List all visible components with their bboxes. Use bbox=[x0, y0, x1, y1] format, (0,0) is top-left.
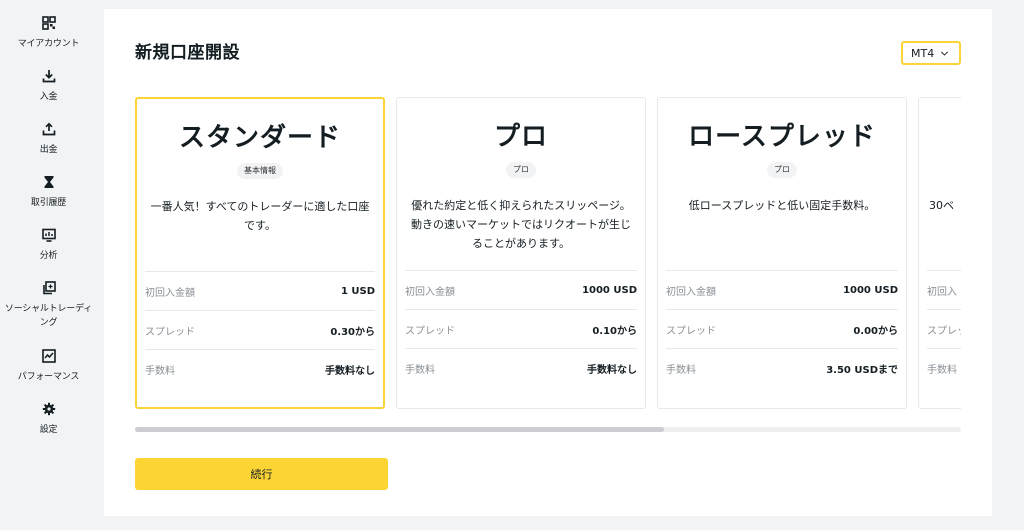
sidebar-item-label: 出金 bbox=[39, 145, 58, 155]
card-description: 優れた約定と低く抑えられたスリッページ。動きの速いマーケットではリクオートが生じ… bbox=[411, 199, 631, 250]
page-title: 新規口座開設 bbox=[135, 43, 240, 63]
carousel-scrollbar[interactable] bbox=[135, 427, 961, 432]
card-row-spread: スプレッド 0.30から bbox=[145, 310, 375, 349]
card-row-commission: 手数料 手数料なし bbox=[145, 349, 375, 388]
card-row-spread: スプレッド 0.00から bbox=[666, 309, 898, 348]
sidebar-item-performance[interactable]: パフォーマンス bbox=[0, 349, 97, 384]
card-row-spread: スプレッド 0.10から bbox=[405, 309, 637, 348]
card-row-commission: 手数料 bbox=[927, 348, 961, 387]
sidebar-item-history[interactable]: 取引履歴 bbox=[0, 175, 97, 210]
download-icon bbox=[42, 69, 56, 83]
chart-icon bbox=[41, 349, 56, 363]
card-description: 低ロースプレッドと低い固定手数料。 bbox=[688, 199, 876, 212]
row-value: 0.00から bbox=[853, 325, 898, 337]
row-label: 手数料 bbox=[666, 364, 696, 376]
row-label: スプレッド bbox=[666, 325, 716, 337]
sidebar-item-label: ソーシャルトレーディング bbox=[4, 304, 93, 328]
card-description: 一番人気！すべてのトレーダーに適した口座です。 bbox=[150, 200, 370, 232]
card-badge: プロ bbox=[506, 162, 536, 178]
row-value: 1000 USD bbox=[582, 284, 637, 296]
sidebar-item-deposit[interactable]: 入金 bbox=[0, 69, 97, 104]
chevron-down-icon bbox=[940, 49, 949, 58]
sidebar-item-social-trading[interactable]: ソーシャルトレーディング bbox=[0, 281, 97, 330]
row-label: スプレッ bbox=[927, 325, 961, 337]
continue-button[interactable]: 続行 bbox=[135, 458, 388, 490]
row-value: 手数料なし bbox=[325, 365, 375, 377]
sidebar-item-label: マイアカウント bbox=[17, 39, 80, 49]
card-badge: 基本情報 bbox=[237, 163, 283, 179]
card-row-commission: 手数料 3.50 USDまで bbox=[666, 348, 898, 387]
gear-icon bbox=[42, 402, 56, 416]
account-card-partial[interactable]: 30ベ 初回入 スプレッ 手数料 bbox=[918, 97, 961, 409]
row-label: 手数料 bbox=[145, 365, 175, 377]
carousel-scrollbar-thumb[interactable] bbox=[135, 427, 664, 432]
sidebar: マイアカウント 入金 出金 取引履歴 分析 ソーシャルトレーディング パフォーマ… bbox=[0, 0, 97, 530]
card-row-initial-deposit: 初回入金額 1 USD bbox=[145, 271, 375, 310]
row-value: 3.50 USDまで bbox=[826, 364, 898, 376]
sidebar-item-my-account[interactable]: マイアカウント bbox=[0, 16, 97, 51]
card-description: 30ベ bbox=[929, 199, 954, 212]
sidebar-item-label: 入金 bbox=[39, 92, 58, 102]
sidebar-item-withdraw[interactable]: 出金 bbox=[0, 122, 97, 157]
card-row-initial-deposit: 初回入金額 1000 USD bbox=[666, 270, 898, 309]
row-label: スプレッド bbox=[405, 325, 455, 337]
card-title: ロースプレッド bbox=[688, 122, 876, 152]
card-row-initial-deposit: 初回入金額 1000 USD bbox=[405, 270, 637, 309]
copy-icon bbox=[42, 281, 56, 295]
account-card-raw-spread[interactable]: ロースプレッド プロ 低ロースプレッドと低い固定手数料。 初回入金額 1000 … bbox=[657, 97, 907, 409]
row-label: 初回入金額 bbox=[666, 286, 716, 298]
upload-icon bbox=[42, 122, 56, 136]
card-badge: プロ bbox=[767, 162, 797, 178]
account-type-carousel: スタンダード 基本情報 一番人気！すべてのトレーダーに適した口座です。 初回入金… bbox=[135, 96, 961, 411]
row-value: 1 USD bbox=[340, 285, 375, 297]
sidebar-item-analytics[interactable]: 分析 bbox=[0, 228, 97, 263]
sidebar-item-label: 設定 bbox=[39, 425, 58, 435]
card-title: プロ bbox=[493, 122, 548, 152]
account-card-pro[interactable]: プロ プロ 優れた約定と低く抑えられたスリッページ。動きの速いマーケットではリク… bbox=[396, 97, 646, 409]
row-label: 初回入金額 bbox=[405, 286, 455, 298]
sidebar-item-label: 取引履歴 bbox=[30, 198, 67, 208]
account-card-standard[interactable]: スタンダード 基本情報 一番人気！すべてのトレーダーに適した口座です。 初回入金… bbox=[135, 97, 385, 409]
platform-select[interactable]: MT4 bbox=[901, 41, 961, 65]
row-label: スプレッド bbox=[145, 326, 195, 338]
card-row-spread: スプレッ bbox=[927, 309, 961, 348]
row-value: 1000 USD bbox=[843, 284, 898, 296]
sidebar-item-settings[interactable]: 設定 bbox=[0, 402, 97, 437]
row-label: 初回入金額 bbox=[145, 287, 195, 299]
row-value: 0.10から bbox=[592, 325, 637, 337]
sidebar-item-label: パフォーマンス bbox=[17, 372, 80, 382]
row-value: 0.30から bbox=[330, 326, 375, 338]
analytics-icon bbox=[41, 228, 56, 242]
dashboard-icon bbox=[41, 16, 56, 30]
new-account-panel: 新規口座開設 MT4 スタンダード 基本情報 一番人気！すべてのトレーダーに適し… bbox=[104, 9, 992, 516]
row-value: 手数料なし bbox=[587, 364, 637, 376]
card-row-initial-deposit: 初回入 bbox=[927, 270, 961, 309]
row-label: 手数料 bbox=[405, 364, 435, 376]
platform-select-value: MT4 bbox=[911, 46, 935, 60]
sidebar-item-label: 分析 bbox=[39, 251, 58, 261]
hourglass-icon bbox=[42, 175, 56, 189]
row-label: 初回入 bbox=[927, 286, 957, 298]
row-label: 手数料 bbox=[927, 364, 957, 376]
card-row-commission: 手数料 手数料なし bbox=[405, 348, 637, 387]
card-title: スタンダード bbox=[178, 123, 341, 153]
